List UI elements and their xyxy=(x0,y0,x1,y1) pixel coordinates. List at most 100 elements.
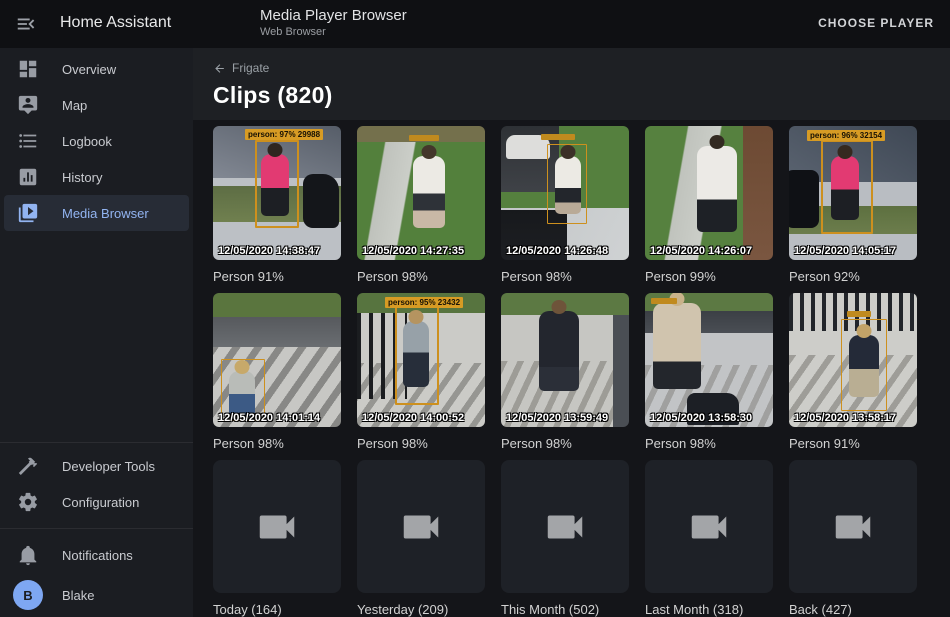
detection-label xyxy=(409,135,439,141)
folder-item-yesterday[interactable]: Yesterday (209) xyxy=(357,460,485,617)
view-dashboard-icon xyxy=(16,57,40,81)
clip-thumbnail: 12/05/2020 14:01:14 xyxy=(213,293,341,427)
folder-thumbnail xyxy=(213,460,341,593)
tooltip-account-icon xyxy=(16,93,40,117)
folder-item-this-month[interactable]: This Month (502) xyxy=(501,460,629,617)
video-camera-icon xyxy=(542,504,588,550)
clip-caption: Person 98% xyxy=(357,436,485,460)
sidebar-item-user[interactable]: B Blake xyxy=(4,573,189,617)
folder-item-today[interactable]: Today (164) xyxy=(213,460,341,617)
folder-label: This Month (502) xyxy=(501,602,629,617)
video-camera-icon xyxy=(254,504,300,550)
detection-label: person: 95% 23432 xyxy=(385,297,463,308)
clip-item[interactable]: 12/05/2020 13:58:30 Person 98% xyxy=(645,293,773,460)
detection-label: person: 96% 32154 xyxy=(807,130,885,141)
sidebar-item-notifications[interactable]: Notifications xyxy=(4,537,189,573)
clip-item[interactable]: 12/05/2020 14:27:35 Person 98% xyxy=(357,126,485,293)
clip-thumbnail: 12/05/2020 13:59:49 xyxy=(501,293,629,427)
app-title: Home Assistant xyxy=(60,14,171,32)
clip-item[interactable]: person: 96% 32154 12/05/2020 14:05:17 Pe… xyxy=(789,126,917,293)
clip-thumbnail: 12/05/2020 13:58:17 xyxy=(789,293,917,427)
folder-thumbnail xyxy=(501,460,629,593)
clips-grid: person: 97% 29988 12/05/2020 14:38:47 Pe… xyxy=(193,120,950,617)
folder-thumbnail xyxy=(645,460,773,593)
user-avatar: B xyxy=(13,580,43,610)
sidebar-item-label: Map xyxy=(62,98,87,113)
menu-open-icon[interactable] xyxy=(14,12,38,36)
clip-timestamp: 12/05/2020 13:58:30 xyxy=(650,412,752,424)
bell-icon xyxy=(16,543,40,567)
person-figure xyxy=(539,311,579,391)
person-figure xyxy=(697,146,737,232)
clip-item[interactable]: 12/05/2020 14:26:48 Person 98% xyxy=(501,126,629,293)
clip-item[interactable]: person: 95% 23432 12/05/2020 14:00:52 Pe… xyxy=(357,293,485,460)
detection-bbox xyxy=(395,305,439,405)
sidebar-item-developer-tools[interactable]: Developer Tools xyxy=(4,448,189,484)
sidebar-item-label: Logbook xyxy=(62,134,112,149)
clip-thumbnail: person: 97% 29988 12/05/2020 14:38:47 xyxy=(213,126,341,260)
clip-caption: Person 98% xyxy=(213,436,341,460)
clip-timestamp: 12/05/2020 14:05:17 xyxy=(794,245,896,257)
clip-item[interactable]: 12/05/2020 13:59:49 Person 98% xyxy=(501,293,629,460)
top-app-bar: Home Assistant Media Player Browser Web … xyxy=(0,0,950,48)
clip-timestamp: 12/05/2020 14:01:14 xyxy=(218,412,320,424)
detection-label xyxy=(541,134,575,140)
clip-thumbnail: 12/05/2020 13:58:30 xyxy=(645,293,773,427)
clip-thumbnail: 12/05/2020 14:27:35 xyxy=(357,126,485,260)
detection-bbox xyxy=(255,140,299,228)
folder-label: Today (164) xyxy=(213,602,341,617)
sidebar-item-history[interactable]: History xyxy=(4,159,189,195)
sidebar-item-overview[interactable]: Overview xyxy=(4,51,189,87)
detection-label xyxy=(847,311,871,317)
clip-item[interactable]: 12/05/2020 14:01:14 Person 98% xyxy=(213,293,341,460)
back-link-frigate[interactable]: Frigate xyxy=(213,60,950,76)
sidebar-item-label: Configuration xyxy=(62,495,139,510)
person-figure xyxy=(653,303,701,389)
clip-thumbnail: 12/05/2020 14:26:07 xyxy=(645,126,773,260)
stroller-shape xyxy=(789,170,819,228)
detection-bbox xyxy=(821,140,873,234)
clip-caption: Person 98% xyxy=(501,269,629,293)
sidebar-item-configuration[interactable]: Configuration xyxy=(4,484,189,520)
clip-caption: Person 92% xyxy=(789,269,917,293)
clip-item[interactable]: person: 97% 29988 12/05/2020 14:38:47 Pe… xyxy=(213,126,341,293)
folder-label: Back (427) xyxy=(789,602,917,617)
stroller-shape xyxy=(303,174,339,228)
detection-bbox xyxy=(547,144,587,224)
choose-player-button[interactable]: CHOOSE PLAYER xyxy=(818,16,934,30)
clip-timestamp: 12/05/2020 14:38:47 xyxy=(218,245,320,257)
clip-caption: Person 98% xyxy=(357,269,485,293)
gear-icon xyxy=(16,490,40,514)
sidebar-item-map[interactable]: Map xyxy=(4,87,189,123)
media-player-subtitle: Web Browser xyxy=(260,26,407,38)
folder-item-back[interactable]: Back (427) xyxy=(789,460,917,617)
detection-label xyxy=(651,298,677,304)
clip-caption: Person 98% xyxy=(645,436,773,460)
media-player-title: Media Player Browser xyxy=(260,7,407,24)
page-title: Clips (820) xyxy=(213,82,950,109)
content-header: Frigate Clips (820) xyxy=(193,48,950,120)
sidebar-item-label: History xyxy=(62,170,102,185)
clip-caption: Person 91% xyxy=(789,436,917,460)
chart-box-icon xyxy=(16,165,40,189)
sidebar-bottom: Developer Tools Configuration Notificati… xyxy=(0,442,193,617)
clip-caption: Person 98% xyxy=(501,436,629,460)
back-label: Frigate xyxy=(232,61,269,75)
arrow-left-icon xyxy=(213,62,226,75)
sidebar-item-logbook[interactable]: Logbook xyxy=(4,123,189,159)
folder-item-last-month[interactable]: Last Month (318) xyxy=(645,460,773,617)
sidebar-nav: Overview Map Logbook History xyxy=(0,48,193,231)
sidebar-divider xyxy=(0,528,193,529)
media-browser-content: Frigate Clips (820) person: 97% 29988 12… xyxy=(193,48,950,617)
sidebar-item-media-browser[interactable]: Media Browser xyxy=(4,195,189,231)
list-bulleted-icon xyxy=(16,129,40,153)
folder-label: Yesterday (209) xyxy=(357,602,485,617)
clip-timestamp: 12/05/2020 14:26:48 xyxy=(506,245,608,257)
clip-caption: Person 99% xyxy=(645,269,773,293)
clip-thumbnail: 12/05/2020 14:26:48 xyxy=(501,126,629,260)
person-figure xyxy=(413,156,445,228)
clip-item[interactable]: 12/05/2020 14:26:07 Person 99% xyxy=(645,126,773,293)
clip-item[interactable]: 12/05/2020 13:58:17 Person 91% xyxy=(789,293,917,460)
clip-thumbnail: person: 96% 32154 12/05/2020 14:05:17 xyxy=(789,126,917,260)
video-camera-icon xyxy=(686,504,732,550)
